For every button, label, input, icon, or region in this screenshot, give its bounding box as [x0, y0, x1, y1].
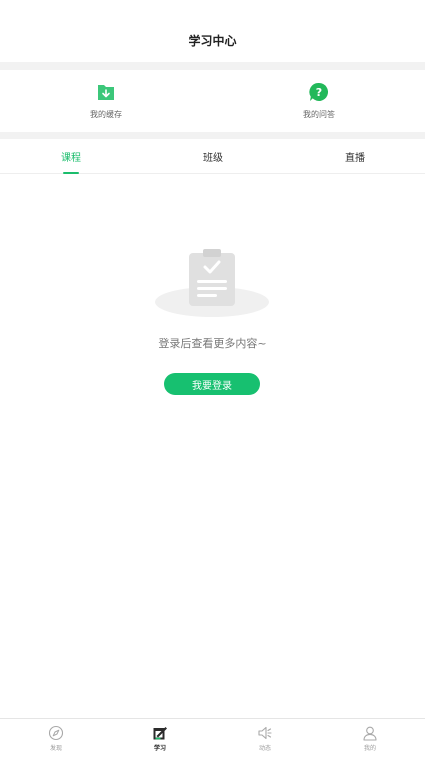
nav-discover[interactable]: 发现 — [16, 719, 96, 757]
nav-study-label: 学习 — [153, 745, 166, 752]
bottom-nav: 发现 学习 动态 我的 — [0, 718, 425, 757]
tab-classes-label: 班级 — [203, 152, 223, 164]
my-qa-button[interactable]: ? 我的问答 — [269, 70, 369, 132]
tab-live[interactable]: 直播 — [305, 139, 405, 173]
edit-notebook-icon — [153, 727, 167, 740]
quick-actions: 我的缓存 ? 我的问答 — [0, 70, 425, 132]
tab-classes[interactable]: 班级 — [163, 139, 263, 173]
section-divider — [0, 132, 425, 139]
tab-bar: 课程 班级 直播 — [0, 139, 425, 174]
speaker-icon — [258, 726, 272, 740]
nav-activity-label: 动态 — [258, 745, 271, 752]
compass-icon — [48, 725, 64, 741]
login-button[interactable]: 我要登录 — [164, 373, 260, 395]
person-icon — [363, 726, 377, 741]
nav-mine-label: 我的 — [363, 745, 376, 752]
my-cache-label: 我的缓存 — [90, 110, 122, 119]
question-bubble-icon: ? — [309, 82, 329, 101]
my-qa-label: 我的问答 — [303, 110, 335, 119]
nav-discover-label: 发现 — [49, 745, 62, 752]
nav-study[interactable]: 学习 — [120, 719, 200, 757]
section-divider — [0, 62, 425, 70]
empty-state-message: 登录后查看更多内容~ — [158, 337, 267, 350]
svg-text:?: ? — [316, 86, 322, 99]
nav-activity[interactable]: 动态 — [225, 719, 305, 757]
tab-live-label: 直播 — [345, 152, 365, 164]
nav-mine[interactable]: 我的 — [330, 719, 410, 757]
app-header: 学习中心 — [0, 0, 425, 62]
page-title: 学习中心 — [188, 33, 237, 48]
my-cache-button[interactable]: 我的缓存 — [56, 70, 156, 132]
tab-courses[interactable]: 课程 — [21, 139, 121, 174]
clipboard-check-icon — [155, 249, 269, 317]
tab-courses-label: 课程 — [61, 152, 81, 164]
download-folder-icon — [98, 85, 114, 100]
tab-active-indicator — [63, 172, 79, 174]
